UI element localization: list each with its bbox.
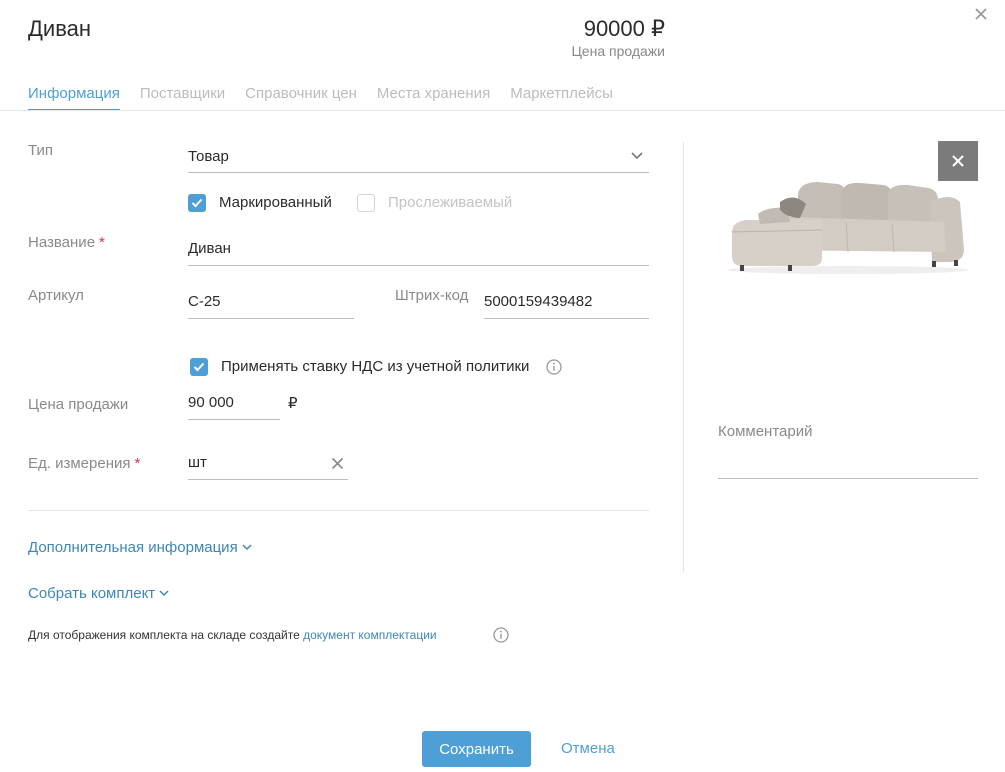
tab-marketplaces[interactable]: Маркетплейсы — [510, 85, 613, 111]
article-input[interactable]: С-25 — [188, 293, 354, 319]
info-icon — [493, 627, 509, 643]
tab-suppliers[interactable]: Поставщики — [140, 85, 225, 111]
traceable-label: Прослеживаемый — [388, 194, 513, 211]
required-mark: * — [134, 455, 141, 472]
sale-price-label: Цена продажи — [28, 396, 129, 413]
comment-label: Комментарий — [718, 423, 813, 440]
additional-info-toggle[interactable]: Дополнительная информация — [28, 539, 252, 556]
name-input[interactable]: Диван — [188, 240, 649, 266]
unit-select[interactable]: шт — [188, 454, 348, 480]
remove-image-button[interactable] — [938, 141, 978, 181]
close-icon — [952, 155, 964, 167]
clear-icon — [331, 457, 344, 470]
sale-price-value: 90 000 — [188, 394, 234, 411]
kit-document-link[interactable]: документ комплектации — [303, 628, 437, 642]
kit-note: Для отображения комплекта на складе созд… — [28, 628, 437, 642]
sale-price-summary: 90000 ₽ — [583, 16, 665, 41]
marked-checkbox[interactable] — [188, 194, 206, 212]
column-divider — [683, 142, 684, 572]
tab-bar: Информация Поставщики Справочник цен Мес… — [28, 85, 613, 111]
save-button[interactable]: Сохранить — [422, 731, 531, 767]
chevron-down-icon — [159, 590, 169, 597]
close-dialog-button[interactable] — [972, 5, 990, 23]
section-divider — [28, 510, 649, 511]
barcode-input[interactable]: 5000159439482 — [484, 293, 649, 319]
sale-price-caption: Цена продажи — [571, 43, 665, 59]
assemble-kit-toggle[interactable]: Собрать комплект — [28, 585, 169, 602]
info-icon — [546, 359, 562, 375]
article-label: Артикул — [28, 287, 84, 304]
tabs-divider — [0, 110, 1005, 111]
additional-info-label: Дополнительная информация — [28, 539, 238, 556]
type-select[interactable]: Товар — [188, 148, 649, 173]
barcode-value: 5000159439482 — [484, 293, 593, 310]
article-value: С-25 — [188, 293, 221, 310]
unit-value: шт — [188, 454, 207, 471]
name-value: Диван — [188, 240, 231, 257]
barcode-label: Штрих-код — [395, 287, 469, 304]
unit-label: Ед. измерения * — [28, 455, 141, 472]
sale-price-input[interactable]: 90 000 — [188, 394, 280, 420]
kit-note-text: Для отображения комплекта на складе созд… — [28, 628, 300, 642]
page-title: Диван — [28, 16, 92, 41]
kit-info-button[interactable] — [493, 627, 509, 648]
required-mark: * — [99, 234, 105, 251]
type-value: Товар — [188, 148, 229, 165]
comment-input[interactable] — [718, 452, 978, 479]
chevron-down-icon — [242, 544, 252, 551]
type-label: Тип — [28, 142, 54, 159]
tab-price-list[interactable]: Справочник цен — [245, 85, 357, 111]
chevron-down-icon — [631, 152, 643, 160]
currency-symbol: ₽ — [288, 395, 298, 412]
vat-policy-label: Применять ставку НДС из учетной политики — [221, 358, 530, 375]
vat-policy-checkbox[interactable] — [190, 358, 208, 376]
vat-info-button[interactable] — [546, 359, 562, 380]
check-icon — [191, 198, 203, 208]
tab-information[interactable]: Информация — [28, 85, 120, 111]
close-icon — [975, 8, 987, 20]
traceable-checkbox[interactable] — [357, 194, 375, 212]
check-icon — [193, 362, 205, 372]
cancel-button[interactable]: Отмена — [561, 740, 615, 757]
clear-unit-button[interactable] — [331, 457, 344, 475]
marked-label: Маркированный — [219, 194, 332, 211]
tab-storage-places[interactable]: Места хранения — [377, 85, 490, 111]
assemble-kit-label: Собрать комплект — [28, 585, 156, 602]
name-label: Название * — [28, 234, 105, 251]
